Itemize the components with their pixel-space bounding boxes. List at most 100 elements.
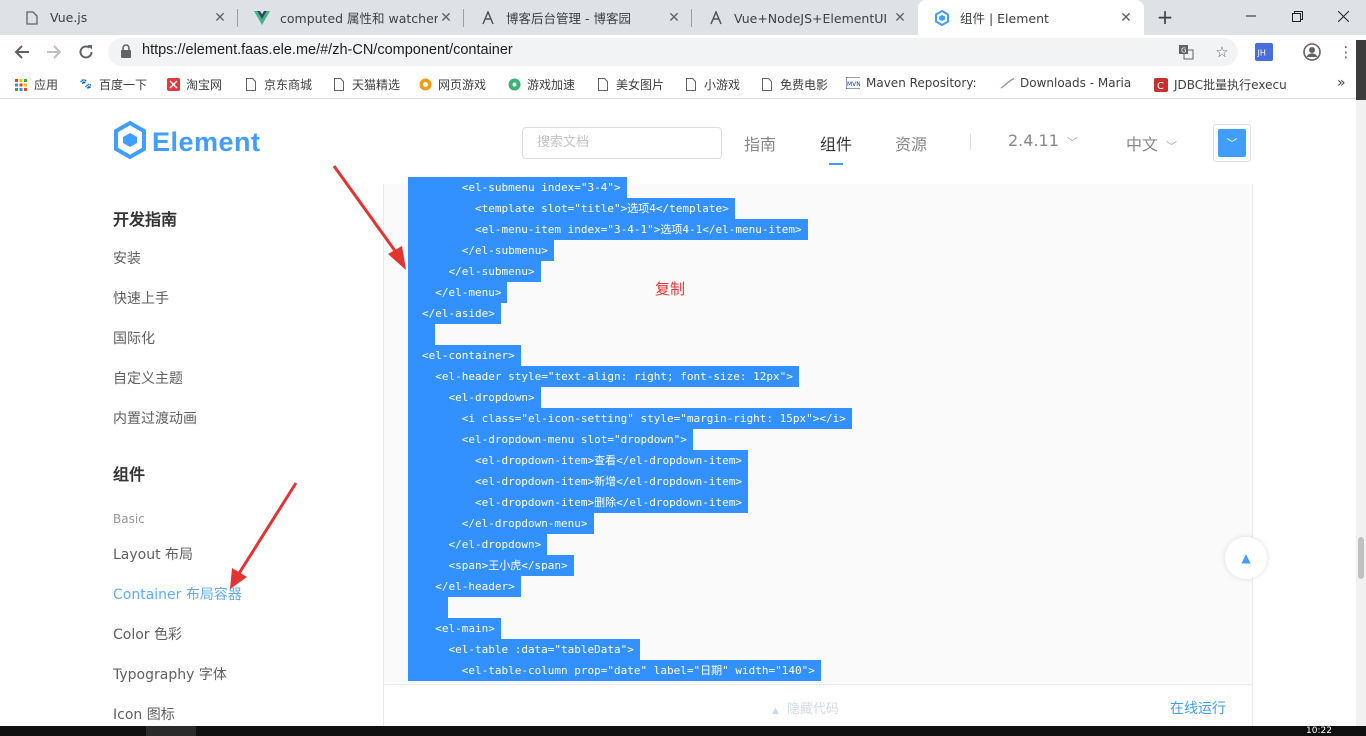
- bookmark-accelerator[interactable]: 游戏加速: [507, 76, 575, 93]
- bookmark-tmall[interactable]: 天猫精选: [332, 76, 400, 93]
- restore-button[interactable]: [1274, 0, 1320, 32]
- nav-active-indicator: [829, 163, 843, 165]
- vue-logo-icon: [254, 10, 270, 26]
- bookmark-taobao[interactable]: 淘宝网: [166, 76, 222, 93]
- bookmark-photos[interactable]: 美女图片: [596, 76, 664, 93]
- page-scrollbar[interactable]: [1356, 100, 1366, 726]
- search-docs-input[interactable]: 搜索文档: [522, 127, 722, 159]
- bookmark-label: 美女图片: [616, 78, 665, 92]
- nav-resources[interactable]: 资源: [895, 131, 927, 155]
- svg-text:G: G: [1181, 47, 1186, 55]
- browser-tab[interactable]: computed 属性和 watcher - V ✕: [238, 0, 464, 35]
- code-line: <template slot="title">选项4</template>: [408, 198, 735, 219]
- page-icon: [596, 78, 610, 92]
- hide-code-button[interactable]: ▲ 隐藏代码: [772, 698, 839, 717]
- version-dropdown[interactable]: 2.4.11 ﹀: [1008, 131, 1078, 150]
- bookmark-label: 网页游戏: [438, 78, 487, 92]
- cnblogs-icon: [708, 10, 724, 26]
- new-tab-button[interactable]: +: [1153, 5, 1177, 29]
- sidebar-item-typography[interactable]: Typography 字体: [113, 664, 227, 684]
- code-line: <span>王小虎</span>: [408, 555, 574, 576]
- code-line: </el-dropdown-menu>: [408, 513, 594, 534]
- browser-tab-active[interactable]: 组件 | Element ✕: [918, 0, 1144, 35]
- element-logo[interactable]: Element: [112, 120, 261, 164]
- sidebar-item-icon[interactable]: Icon 图标: [113, 704, 175, 724]
- sidebar-item-color[interactable]: Color 色彩: [113, 624, 182, 644]
- sidebar-item-i18n[interactable]: 国际化: [113, 328, 155, 348]
- code-line: </el-dropdown>: [408, 534, 548, 555]
- taobao-icon: [166, 78, 180, 92]
- reload-icon[interactable]: [73, 39, 99, 65]
- bookmark-jd[interactable]: 京东商城: [244, 76, 312, 93]
- close-tab-icon[interactable]: ✕: [212, 10, 228, 26]
- sidebar-item-layout[interactable]: Layout 布局: [113, 544, 193, 564]
- element-logo-icon: [112, 120, 148, 164]
- sidebar-item-install[interactable]: 安装: [113, 248, 141, 268]
- close-tab-icon[interactable]: ✕: [438, 10, 454, 26]
- nav-guide[interactable]: 指南: [744, 131, 776, 155]
- bookmark-webgames[interactable]: 网页游戏: [418, 76, 486, 93]
- bookmark-apps[interactable]: 应用: [14, 76, 58, 93]
- browser-tab[interactable]: Vue.js ✕: [8, 0, 238, 35]
- tab-title: 组件 | Element: [960, 11, 1049, 26]
- bookmark-label: JDBC批量执行execu: [1174, 78, 1287, 92]
- taskbar: [0, 726, 1366, 736]
- menu-kebab-icon[interactable]: ⋮: [1336, 42, 1356, 62]
- sidebar-item-quickstart[interactable]: 快速上手: [113, 288, 169, 308]
- baidu-paw-icon: 🐾: [79, 79, 93, 90]
- close-tab-icon[interactable]: ✕: [1118, 10, 1134, 26]
- bookmark-maven[interactable]: MVN Maven Repository:: [846, 76, 977, 90]
- bookmark-movies[interactable]: 免费电影: [760, 76, 828, 93]
- sidebar-group-dev-guide: 开发指南: [113, 210, 178, 229]
- code-line: [408, 324, 435, 345]
- logo-text: Element: [152, 126, 261, 157]
- bookmark-mariadb[interactable]: Downloads - Maria: [1000, 76, 1131, 90]
- language-dropdown[interactable]: 中文 ﹀: [1126, 131, 1177, 155]
- bookmark-jdbc[interactable]: C JDBC批量执行execu: [1154, 76, 1287, 93]
- extension-jh-icon[interactable]: JH: [1254, 42, 1274, 62]
- code-line: <el-dropdown-item>查看</el-dropdown-item>: [408, 450, 748, 471]
- run-online-button[interactable]: 在线运行: [1170, 698, 1226, 718]
- tab-title: Vue.js: [50, 10, 88, 25]
- code-line: <el-dropdown-item>新增</el-dropdown-item>: [408, 471, 748, 492]
- chevron-down-icon: ﹀: [1066, 136, 1078, 149]
- code-line: <el-submenu index="3-4">: [408, 177, 627, 198]
- code-line: </el-submenu>: [408, 240, 554, 261]
- bookmark-label: 百度一下: [99, 78, 148, 92]
- lock-icon[interactable]: [120, 44, 136, 60]
- chevron-down-icon: ﹀: [1166, 140, 1178, 153]
- bookmark-label: 天猫精选: [352, 78, 401, 92]
- chevron-down-icon: ﹀: [1218, 129, 1246, 157]
- more-bookmarks-button[interactable]: »: [1337, 75, 1346, 91]
- maven-icon: MVN: [846, 76, 860, 90]
- caret-up-icon: ▲: [1241, 551, 1251, 565]
- close-tab-icon[interactable]: ✕: [666, 10, 682, 26]
- translate-icon[interactable]: G: [1176, 42, 1196, 62]
- svg-text:MVN: MVN: [847, 81, 860, 88]
- close-tab-icon[interactable]: ✕: [892, 10, 908, 26]
- browser-tab[interactable]: Vue+NodeJS+ElementUI 的 ✕: [692, 0, 918, 35]
- minimize-button[interactable]: [1228, 0, 1274, 32]
- taskbar-app-button[interactable]: [146, 726, 196, 736]
- close-window-button[interactable]: [1320, 0, 1366, 32]
- star-icon[interactable]: ☆: [1212, 42, 1232, 62]
- code-line: </el-menu>: [408, 282, 508, 303]
- code-line: </el-submenu>: [408, 261, 541, 282]
- page-scrollbar-thumb[interactable]: [1358, 537, 1364, 579]
- theme-picker-button[interactable]: ﹀: [1213, 124, 1251, 162]
- nav-components[interactable]: 组件: [820, 131, 852, 155]
- url-text[interactable]: https://element.faas.ele.me/#/zh-CN/comp…: [142, 42, 513, 58]
- code-line: </el-header>: [408, 576, 521, 597]
- game-icon: [418, 78, 432, 92]
- sidebar-item-container[interactable]: Container 布局容器: [113, 584, 242, 604]
- bookmark-baidu[interactable]: 🐾 百度一下: [79, 76, 147, 93]
- sidebar-item-custom-theme[interactable]: 自定义主题: [113, 368, 183, 388]
- browser-tab[interactable]: 博客后台管理 - 博客园 ✕: [464, 0, 692, 35]
- back-to-top-button[interactable]: ▲: [1225, 537, 1267, 579]
- language-label: 中文: [1126, 135, 1159, 154]
- back-arrow-icon[interactable]: [9, 39, 35, 65]
- bookmark-minigames[interactable]: 小游戏: [684, 76, 740, 93]
- profile-icon[interactable]: [1302, 42, 1322, 62]
- sidebar-item-transition[interactable]: 内置过渡动画: [113, 408, 197, 428]
- forward-arrow-icon[interactable]: [41, 39, 67, 65]
